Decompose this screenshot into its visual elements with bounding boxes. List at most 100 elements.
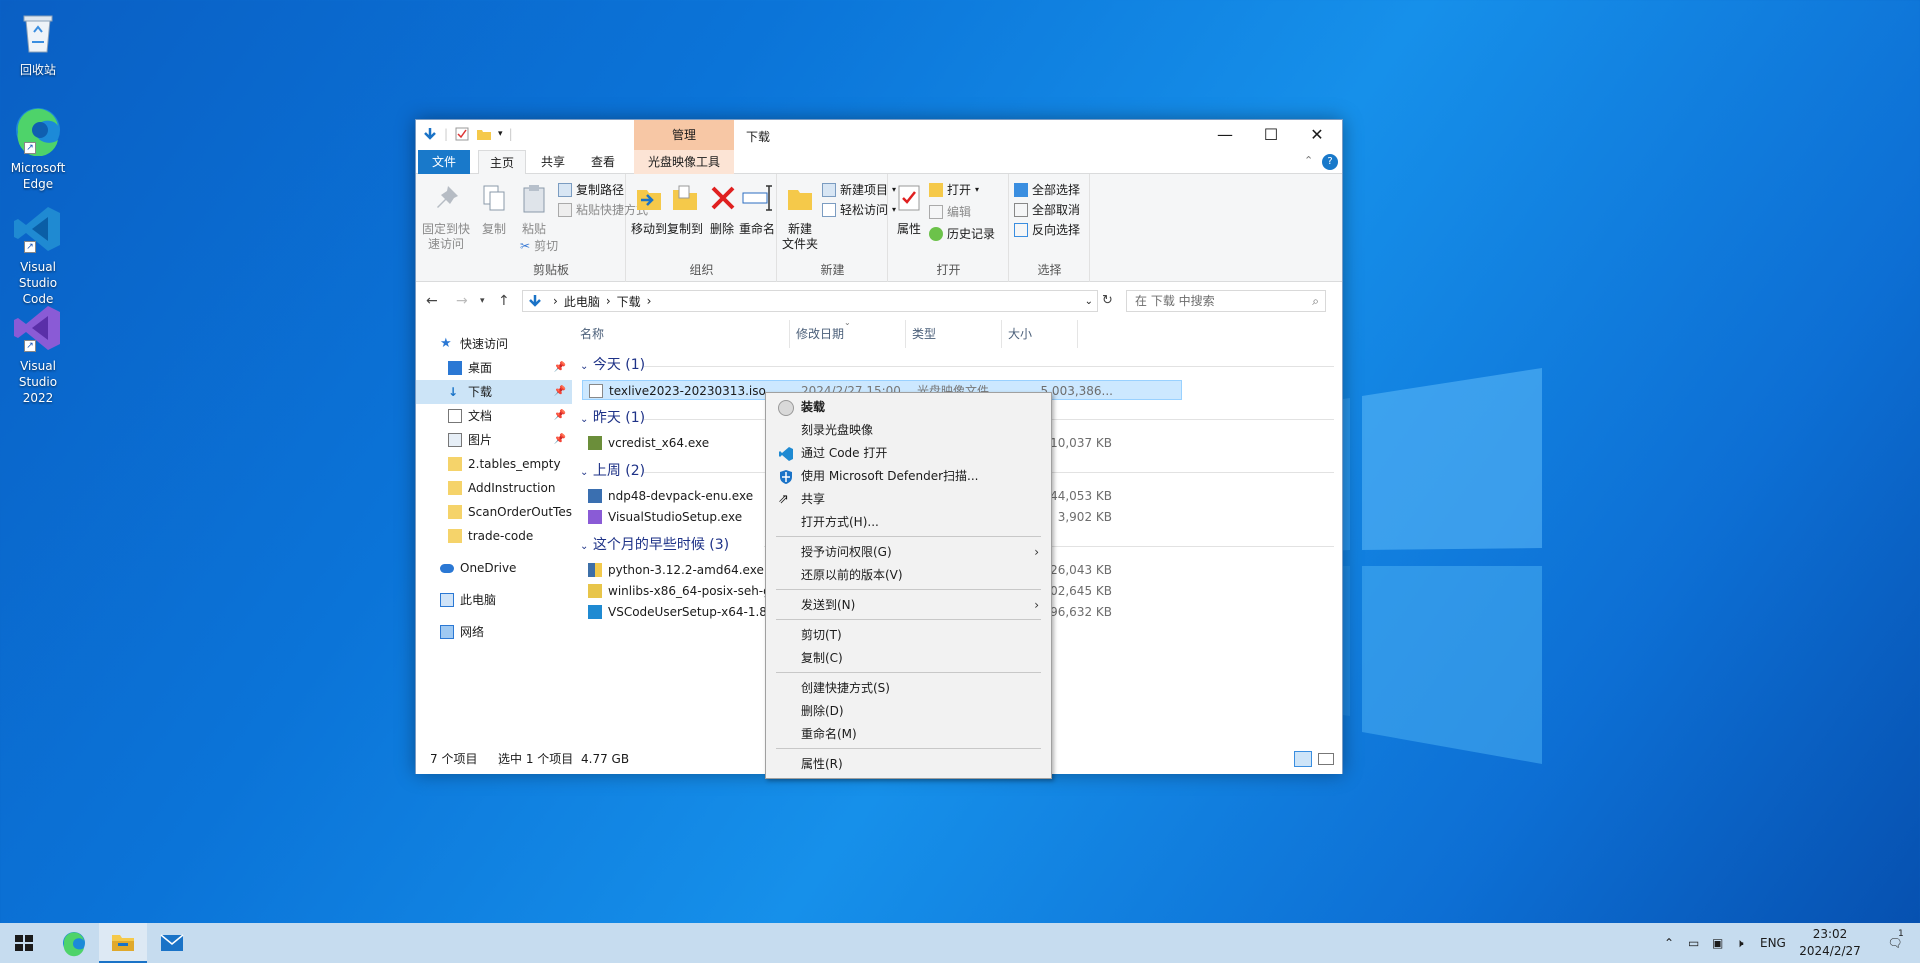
- taskbar-mail[interactable]: [148, 923, 196, 963]
- menu-item-give-access[interactable]: 授予访问权限(G) ›: [768, 541, 1049, 563]
- menu-item-burn-disc-image[interactable]: 刻录光盘映像: [768, 419, 1049, 441]
- group-header-today[interactable]: ⌄ 今天 (1): [580, 354, 645, 376]
- minimize-button[interactable]: —: [1202, 120, 1248, 150]
- history-button[interactable]: 历史记录: [929, 224, 995, 244]
- open-button[interactable]: 打开 ▾: [929, 180, 979, 200]
- nav-folder-tables-empty[interactable]: 2.tables_empty: [416, 452, 572, 476]
- properties-button[interactable]: 属性: [891, 182, 927, 237]
- input-language[interactable]: ENG: [1760, 923, 1786, 963]
- menu-item-open-with-code[interactable]: 通过 Code 打开: [768, 442, 1049, 464]
- notification-center-button[interactable]: 🗨 1: [1880, 923, 1910, 963]
- column-header-size[interactable]: 大小: [1002, 320, 1078, 348]
- menu-item-restore-versions[interactable]: 还原以前的版本(V): [768, 564, 1049, 586]
- tab-disc-image-tools[interactable]: 光盘映像工具: [634, 150, 734, 174]
- menu-item-defender-scan[interactable]: 使用 Microsoft Defender扫描...: [768, 465, 1049, 487]
- nav-folder-scanorderouttes[interactable]: ScanOrderOutTes: [416, 500, 572, 524]
- menu-item-label: 复制(C): [801, 651, 843, 665]
- invert-selection-button[interactable]: 反向选择: [1014, 220, 1080, 240]
- copy-to-button[interactable]: 复制到: [667, 182, 703, 237]
- address-bar[interactable]: › 此电脑 › 下载 › ⌄: [522, 290, 1098, 312]
- move-to-button[interactable]: 移动到: [631, 182, 667, 237]
- menu-item-mount[interactable]: 装载: [768, 396, 1049, 418]
- rename-button[interactable]: 重命名: [739, 182, 775, 237]
- volume-muted-icon[interactable]: 🕨: [1736, 923, 1744, 963]
- nav-onedrive[interactable]: OneDrive: [416, 556, 572, 580]
- nav-folder-addinstruction[interactable]: AddInstruction: [416, 476, 572, 500]
- nav-quick-access[interactable]: ★ 快速访问: [416, 332, 572, 356]
- copy-button[interactable]: 复制: [476, 182, 512, 237]
- copy-path-button[interactable]: 复制路径: [558, 180, 624, 200]
- menu-item-properties[interactable]: 属性(R): [768, 753, 1049, 775]
- new-folder-icon[interactable]: [476, 126, 492, 142]
- cut-button[interactable]: ✂ 剪切: [520, 236, 558, 256]
- taskbar-edge[interactable]: [50, 923, 98, 963]
- edit-button[interactable]: 编辑: [929, 202, 971, 222]
- select-none-button[interactable]: 全部取消: [1014, 200, 1080, 220]
- qat-dropdown-icon[interactable]: ▾: [498, 129, 503, 139]
- nav-documents[interactable]: 文档 📌: [416, 404, 572, 428]
- menu-item-create-shortcut[interactable]: 创建快捷方式(S): [768, 677, 1049, 699]
- desktop-icon-recycle-bin[interactable]: 回收站: [2, 6, 74, 78]
- menu-item-share[interactable]: ⇗ 共享: [768, 488, 1049, 510]
- tab-home[interactable]: 主页: [478, 150, 526, 175]
- large-icons-view-icon[interactable]: [1318, 753, 1334, 765]
- new-item-button[interactable]: 新建项目 ▾: [822, 180, 896, 200]
- menu-item-rename[interactable]: 重命名(M): [768, 723, 1049, 745]
- help-icon[interactable]: ?: [1322, 154, 1338, 170]
- nav-this-pc[interactable]: 此电脑: [416, 588, 572, 612]
- maximize-button[interactable]: ☐: [1248, 120, 1294, 150]
- paste-button[interactable]: 粘贴: [516, 182, 552, 237]
- breadcrumb-this-pc[interactable]: 此电脑: [564, 293, 600, 310]
- installer-exe-icon: [588, 436, 602, 450]
- pin-quick-access-button[interactable]: 固定到快 速访问: [420, 182, 472, 252]
- nav-folder-trade-code[interactable]: trade-code: [416, 524, 572, 548]
- network-icon: [440, 625, 454, 639]
- taskbar-file-explorer[interactable]: [99, 923, 147, 963]
- documents-icon: [448, 409, 462, 423]
- desktop-icon-microsoft-edge[interactable]: ↗ Microsoft Edge: [2, 104, 74, 192]
- tab-share[interactable]: 共享: [532, 150, 574, 174]
- nav-downloads[interactable]: ↓ 下载 📌: [416, 380, 572, 404]
- refresh-button[interactable]: ↻: [1102, 293, 1113, 308]
- back-button[interactable]: ←: [426, 293, 438, 309]
- tab-file[interactable]: 文件: [418, 150, 470, 174]
- search-input[interactable]: 在 下载 中搜索 ⌕: [1126, 290, 1326, 312]
- show-hidden-icons-button[interactable]: ⌃: [1664, 923, 1674, 963]
- menu-item-cut[interactable]: 剪切(T): [768, 624, 1049, 646]
- start-button[interactable]: [0, 923, 48, 963]
- group-header-earlier-this-month[interactable]: ⌄ 这个月的早些时候 (3): [580, 534, 729, 556]
- nav-pictures[interactable]: 图片 📌: [416, 428, 572, 452]
- menu-item-delete[interactable]: 删除(D): [768, 700, 1049, 722]
- up-button[interactable]: ↑: [498, 293, 510, 309]
- vscode-icon: ↗: [12, 203, 64, 255]
- delete-button[interactable]: 删除: [707, 182, 737, 237]
- open-icon: [929, 183, 943, 197]
- clock[interactable]: 23:02 2024/2/27: [1795, 926, 1865, 960]
- menu-item-open-with[interactable]: 打开方式(H)...: [768, 511, 1049, 533]
- collapse-ribbon-icon[interactable]: ⌃: [1304, 154, 1313, 167]
- new-folder-button[interactable]: 新建 文件夹: [780, 182, 820, 252]
- nav-desktop[interactable]: 桌面 📌: [416, 356, 572, 380]
- menu-item-send-to[interactable]: 发送到(N) ›: [768, 594, 1049, 616]
- properties-icon[interactable]: [454, 126, 470, 142]
- group-header-last-week[interactable]: ⌄ 上周 (2): [580, 460, 645, 482]
- details-view-icon[interactable]: [1294, 751, 1312, 767]
- battery-icon[interactable]: ▭: [1688, 923, 1699, 963]
- group-header-yesterday[interactable]: ⌄ 昨天 (1): [580, 407, 645, 429]
- easy-access-button[interactable]: 轻松访问 ▾: [822, 200, 896, 220]
- desktop-icon-visual-studio-2022[interactable]: ↗ Visual Studio 2022: [2, 302, 74, 406]
- nav-network[interactable]: 网络: [416, 620, 572, 644]
- column-header-type[interactable]: 类型: [906, 320, 1002, 348]
- address-dropdown-icon[interactable]: ⌄: [1085, 296, 1093, 307]
- column-header-name[interactable]: 名称: [574, 320, 790, 348]
- select-all-button[interactable]: 全部选择: [1014, 180, 1080, 200]
- close-button[interactable]: ✕: [1294, 120, 1340, 150]
- recent-locations-button[interactable]: ▾: [480, 296, 485, 306]
- tab-view[interactable]: 查看: [580, 150, 626, 174]
- network-icon[interactable]: ▣: [1712, 923, 1723, 963]
- history-label: 历史记录: [947, 227, 996, 241]
- menu-item-copy[interactable]: 复制(C): [768, 647, 1049, 669]
- breadcrumb-downloads[interactable]: 下载: [617, 293, 641, 310]
- forward-button[interactable]: →: [456, 293, 468, 309]
- desktop-icon-visual-studio-code[interactable]: ↗ Visual Studio Code: [2, 203, 74, 307]
